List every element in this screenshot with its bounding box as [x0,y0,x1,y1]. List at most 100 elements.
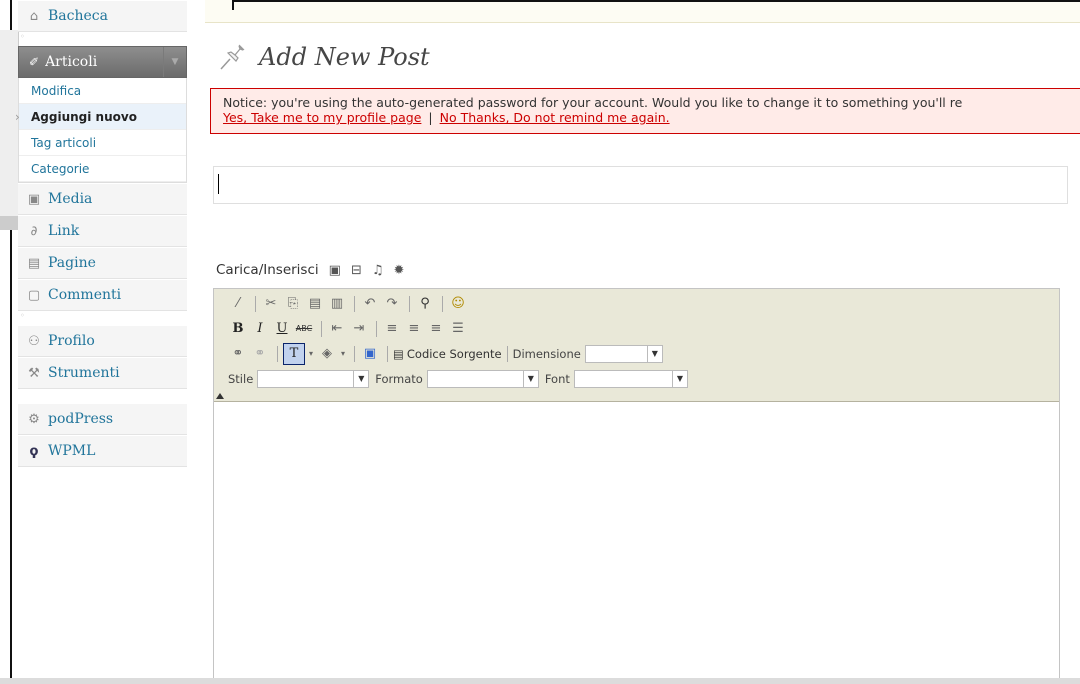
insert-link-icon[interactable]: ⚭ [228,344,248,364]
toolbar-separator [409,295,410,312]
submenu-item-categorie[interactable]: Categorie [19,156,186,182]
toolbar-collapse-icon[interactable] [216,393,224,399]
outdent-icon[interactable]: ⇤ [327,319,347,339]
paste-icon[interactable]: ▤ [305,294,325,314]
format-label: Formato [375,371,423,386]
source-code-button[interactable]: ▤ Codice Sorgente [393,347,502,361]
source-code-label: Codice Sorgente [406,346,502,361]
emoticon-icon[interactable]: ☺ [448,294,468,314]
clear-format-icon[interactable]: ⁄ [228,294,248,314]
bold-button[interactable]: B [228,319,248,339]
sidebar-item-label: Articoli [45,54,98,70]
sidebar-item-wpml[interactable]: ϙ WPML [18,435,187,467]
pin-icon: ✐ [29,55,40,69]
upload-label: Carica/Inserisci [216,262,319,278]
sidebar-item-label: Pagine [48,255,96,271]
align-center-icon[interactable]: ≡ [404,319,424,339]
sidebar-item-media[interactable]: ▣ Media [18,183,187,215]
sidebar-item-label: Bacheca [48,8,108,24]
media-icon: ▣ [27,191,41,207]
font-select[interactable]: ▼ [573,369,688,388]
toolbar-separator [387,345,388,362]
sidebar-item-commenti[interactable]: ▢ Commenti [18,279,187,311]
bottom-strip [0,678,1080,684]
toolbar-row-4: Stile ▼ Formato ▼ Font ▼ [228,366,1059,391]
chevron-down-icon: ▼ [522,370,538,387]
background-color-dropdown-icon[interactable]: ▾ [339,344,347,364]
insert-media-icon[interactable]: ▣ [360,344,380,364]
editor-body[interactable] [214,402,1059,682]
text-caret [218,174,219,194]
text-color-dropdown-icon[interactable]: ▾ [307,344,315,364]
toolbar-row-2: B I U ABC ⇤ ⇥ ≡ ≡ ≡ ☰ [228,316,1059,341]
sidebar-item-label: WPML [48,443,96,459]
submenu-item-tag-articoli[interactable]: Tag articoli [19,130,186,156]
main-content: Add New Post Notice: you're using the au… [205,0,1080,684]
add-image-icon[interactable]: ▣ [329,263,341,278]
submenu-item-modifica[interactable]: Modifica [19,78,186,104]
toolbar-row-1: ⁄ ✂ ⎘ ▤ ▥ ↶ ↷ ⚲ ☺ [228,291,1059,316]
comments-icon: ▢ [27,287,41,303]
sidebar-item-label: Strumenti [48,365,120,381]
italic-button[interactable]: I [250,319,270,339]
sidebar-item-label: Commenti [48,287,122,303]
toolbar-separator [354,295,355,312]
cut-icon[interactable]: ✂ [261,294,281,314]
link-icon: ∂ [30,223,38,239]
background-color-icon[interactable]: ◈ [317,344,337,364]
align-left-icon[interactable]: ≡ [382,319,402,339]
dismiss-link[interactable]: No Thanks, Do not remind me again. [440,110,670,125]
upload-insert-bar: Carica/Inserisci ▣ ⊟ ♫ ✹ [216,262,404,278]
wpml-icon: ϙ [29,443,39,459]
chevron-down-icon: ▼ [671,370,687,387]
underline-button[interactable]: U [272,319,292,339]
sidebar-item-podpress[interactable]: ⚙ podPress [18,403,187,435]
sidebar-item-pagine[interactable]: ▤ Pagine [18,247,187,279]
pushpin-icon [220,44,245,70]
sidebar-item-label: podPress [48,411,114,427]
toolbar-row-3: ⚭ ⚭ T ▾ ◈ ▾ ▣ ▤ Codice Sorgente Dimensio [228,341,1059,366]
editor-toolbar: ⁄ ✂ ⎘ ▤ ▥ ↶ ↷ ⚲ ☺ B I U ABC ⇤ ⇥ ≡ ≡ ≡ ☰ … [214,289,1059,402]
menu-toggle-icon[interactable]: ▼ [163,47,186,77]
paste-word-icon[interactable]: ▥ [327,294,347,314]
menu-separator: ◦ [20,32,25,41]
add-media-icon[interactable]: ✹ [394,263,405,278]
home-icon: ⌂ [29,8,39,24]
page-title: Add New Post [259,43,430,71]
redo-icon[interactable]: ↷ [382,294,402,314]
sidebar-item-profilo[interactable]: ⚇ Profilo [18,325,187,357]
profile-link[interactable]: Yes, Take me to my profile page [223,110,421,125]
post-title-input[interactable] [213,166,1068,204]
strikethrough-button[interactable]: ABC [294,319,314,339]
align-right-icon[interactable]: ≡ [426,319,446,339]
sidebar-item-bacheca[interactable]: ⌂ Bacheca [18,0,187,32]
add-audio-icon[interactable]: ♫ [372,263,384,278]
style-select[interactable]: ▼ [257,369,370,388]
unlink-icon[interactable]: ⚭ [250,344,270,364]
copy-icon[interactable]: ⎘ [283,294,303,314]
undo-icon[interactable]: ↶ [360,294,380,314]
style-label: Stile [228,371,254,386]
find-icon[interactable]: ⚲ [415,294,435,314]
toolbar-separator [354,345,355,362]
articoli-submenu: Modifica Aggiungi nuovo Tag articoli Cat… [15,78,187,183]
tools-icon: ⚒ [28,365,40,381]
sidebar-item-articoli[interactable]: ✐ Articoli ▼ [18,46,187,78]
toolbar-separator [442,295,443,312]
size-select[interactable]: ▼ [584,344,663,363]
pages-icon: ▤ [27,255,41,271]
align-justify-icon[interactable]: ☰ [448,319,468,339]
toolbar-separator [506,345,508,362]
notice-links: Yes, Take me to my profile page | No Tha… [223,110,1080,125]
indent-icon[interactable]: ⇥ [349,319,369,339]
admin-sidebar: ⌂ Bacheca ◦ ✐ Articoli ▼ Modifica Aggiun… [15,0,187,467]
background-panel-bar [0,216,18,230]
add-video-icon[interactable]: ⊟ [351,263,362,278]
sidebar-item-link[interactable]: ∂ Link [18,215,187,247]
text-color-icon[interactable]: T [283,342,305,365]
source-code-icon: ▤ [393,346,404,361]
submenu-item-aggiungi-nuovo[interactable]: Aggiungi nuovo [15,104,186,130]
size-label: Dimensione [512,346,581,361]
sidebar-item-strumenti[interactable]: ⚒ Strumenti [18,357,187,389]
format-select[interactable]: ▼ [426,369,539,388]
